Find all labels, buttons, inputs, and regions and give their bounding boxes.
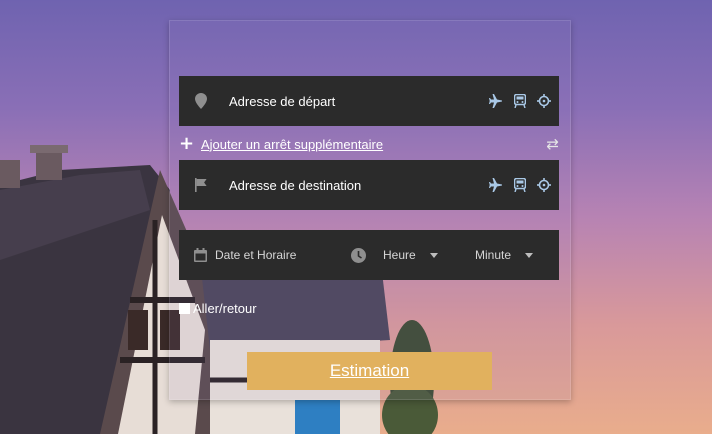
departure-label: Adresse de départ	[229, 93, 336, 109]
departure-field[interactable]: Adresse de départ	[179, 76, 559, 126]
datetime-field: Date et Horaire Heure Minute	[179, 230, 559, 280]
crosshair-icon[interactable]	[537, 94, 551, 108]
add-stop-link[interactable]: Ajouter un arrêt supplémentaire	[201, 137, 546, 152]
date-input[interactable]: Date et Horaire	[215, 248, 347, 262]
clock-icon	[347, 247, 369, 263]
estimate-button[interactable]: Estimation	[247, 352, 492, 390]
hour-select-label: Heure	[383, 248, 416, 262]
plus-icon[interactable]: +	[179, 135, 201, 153]
swap-icon[interactable]: ⇄	[546, 135, 559, 153]
hour-select[interactable]: Heure	[383, 248, 463, 262]
destination-field[interactable]: Adresse de destination	[179, 160, 559, 210]
add-stop-row: + Ajouter un arrêt supplémentaire ⇄	[179, 134, 559, 154]
train-icon[interactable]	[513, 94, 527, 108]
train-icon[interactable]	[513, 178, 527, 192]
minute-select-label: Minute	[475, 248, 512, 262]
flag-icon	[179, 178, 223, 192]
roundtrip-label: Aller/retour	[193, 301, 257, 316]
minute-select[interactable]: Minute	[475, 248, 534, 262]
plane-icon[interactable]	[489, 94, 503, 108]
chevron-down-icon	[429, 252, 438, 258]
checkbox-box[interactable]	[179, 303, 190, 314]
plane-icon[interactable]	[489, 178, 503, 192]
pin-icon	[179, 93, 223, 109]
calendar-icon	[185, 248, 215, 262]
roundtrip-checkbox[interactable]: Aller/retour	[179, 301, 257, 316]
destination-label: Adresse de destination	[229, 177, 362, 193]
crosshair-icon[interactable]	[537, 178, 551, 192]
chevron-down-icon	[525, 252, 534, 258]
